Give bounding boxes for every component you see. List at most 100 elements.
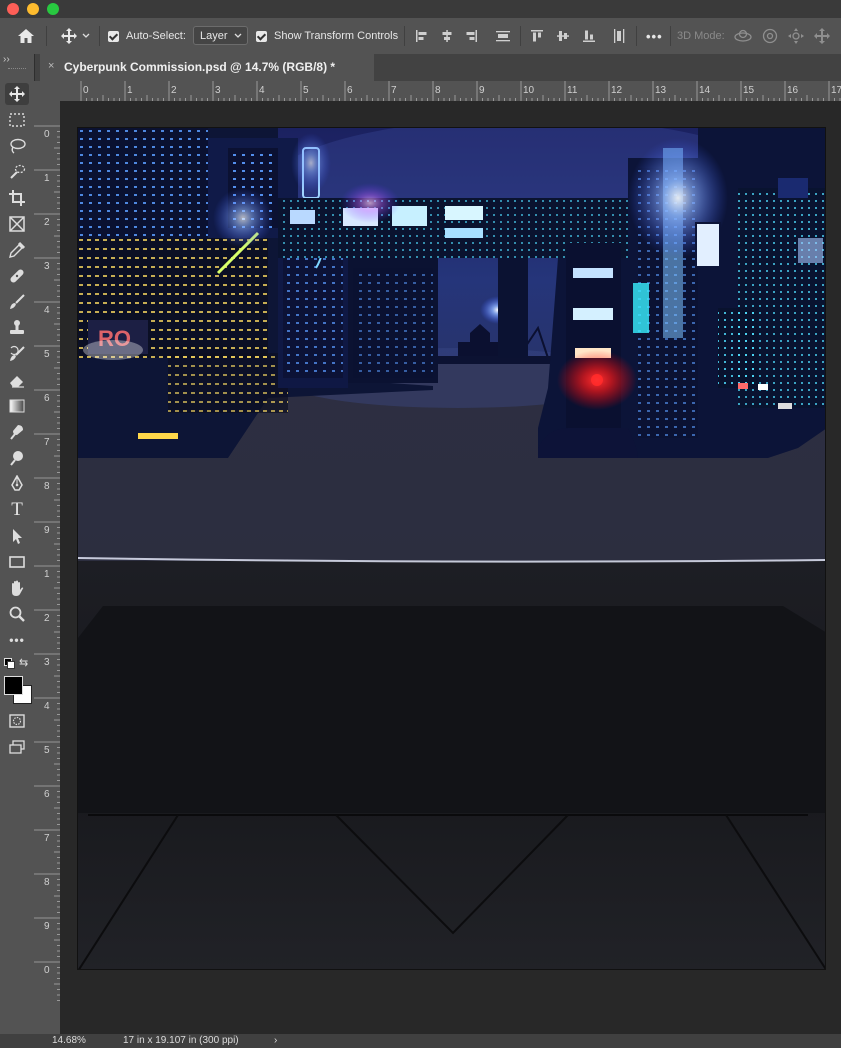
document-tab[interactable]: × Cyberpunk Commission.psd @ 14.7% (RGB/…	[40, 54, 374, 82]
mode-3d-label: 3D Mode:	[677, 30, 725, 42]
align-horizontal-centers-button[interactable]	[437, 18, 457, 54]
history-brush-tool[interactable]	[5, 343, 29, 365]
document-info[interactable]: 17 in x 19.107 in (300 ppi)	[123, 1035, 239, 1046]
minimize-window-button[interactable]	[27, 3, 39, 15]
lasso-tool[interactable]	[5, 135, 29, 157]
type-tool[interactable]: T	[5, 499, 29, 521]
ruler-label: 16	[787, 85, 799, 96]
slide-3d-icon	[814, 28, 830, 44]
edit-toolbar-button[interactable]: •••	[5, 629, 29, 651]
hand-tool[interactable]	[5, 577, 29, 599]
align-right-edges-button[interactable]	[461, 18, 481, 54]
auto-select-checkbox[interactable]: Auto-Select:	[108, 18, 186, 54]
frame-tool[interactable]	[5, 213, 29, 235]
ruler-origin[interactable]	[34, 81, 60, 101]
zoom-icon	[9, 606, 25, 622]
smudge-icon	[10, 425, 23, 440]
align-bottom-edges-button[interactable]	[579, 18, 599, 54]
auto-select-dropdown[interactable]: Layer	[193, 26, 248, 45]
cyberpunk-artwork: RO	[78, 128, 825, 969]
ruler-label: 2	[44, 217, 50, 228]
distribute-vertical-button[interactable]	[492, 18, 514, 54]
ruler-label: 7	[391, 85, 397, 96]
ruler-label: 4	[44, 701, 50, 712]
gradient-tool[interactable]	[5, 395, 29, 417]
align-center-h-icon	[442, 30, 452, 42]
align-center-v-icon	[557, 31, 569, 41]
move-tool[interactable]	[5, 83, 29, 105]
align-left-edges-button[interactable]	[412, 18, 432, 54]
ruler-label: 8	[44, 481, 50, 492]
brush-tool[interactable]	[5, 291, 29, 313]
ruler-label: 3	[215, 85, 221, 96]
quick-mask-button[interactable]	[5, 710, 29, 732]
bandage-icon	[10, 269, 24, 283]
zoom-tool[interactable]	[5, 603, 29, 625]
history-brush-icon	[10, 345, 25, 361]
panel-grip[interactable]	[8, 68, 26, 71]
auto-select-value: Layer	[200, 29, 228, 42]
clone-stamp-tool[interactable]	[5, 317, 29, 339]
3d-slide-button[interactable]	[811, 18, 833, 54]
options-separator	[636, 26, 637, 46]
rectangle-tool[interactable]	[5, 551, 29, 573]
rectangular-marquee-tool[interactable]	[5, 109, 29, 131]
close-tab-button[interactable]: ×	[48, 60, 54, 72]
close-window-button[interactable]	[7, 3, 19, 15]
chevron-down-icon	[82, 33, 90, 38]
status-menu-arrow-icon[interactable]: ›	[274, 1035, 277, 1046]
show-transform-label: Show Transform Controls	[274, 30, 399, 42]
document-canvas[interactable]: RO	[77, 127, 826, 970]
crop-tool[interactable]	[5, 187, 29, 209]
move-icon	[9, 86, 25, 102]
path-selection-tool[interactable]	[5, 525, 29, 547]
move-tool-preset-button[interactable]	[56, 18, 94, 54]
home-button[interactable]	[14, 18, 38, 54]
zoom-window-button[interactable]	[47, 3, 59, 15]
object-selection-tool[interactable]	[5, 161, 29, 183]
arrow-icon	[13, 529, 22, 544]
ruler-label: 11	[567, 85, 578, 96]
stamp-icon	[10, 320, 24, 334]
quick-mask-icon	[9, 714, 25, 728]
ruler-label: 1	[44, 173, 50, 184]
horizontal-ruler[interactable]: 0 1 2 3 4 5 6 7 8 9 10 11 12 13 14 15 16 17	[60, 81, 841, 101]
panel-collapse-handle[interactable]: ››	[3, 54, 10, 65]
ruler-label: 8	[44, 877, 50, 888]
dodge-icon	[10, 451, 23, 466]
roll-icon	[762, 28, 778, 44]
options-separator	[99, 26, 100, 46]
spot-healing-tool[interactable]	[5, 265, 29, 287]
align-left-icon	[416, 30, 427, 42]
eraser-tool[interactable]	[5, 369, 29, 391]
distribute-horizontal-button[interactable]	[609, 18, 629, 54]
ruler-label: 10	[523, 85, 535, 96]
ruler-label: 7	[44, 833, 50, 844]
orbit-icon	[734, 29, 752, 42]
ruler-label: 3	[44, 657, 50, 668]
foreground-color-swatch[interactable]	[4, 676, 23, 695]
align-right-icon	[466, 30, 477, 42]
align-vertical-centers-button[interactable]	[553, 18, 573, 54]
distribute-icon	[496, 31, 510, 42]
ruler-label: 12	[611, 85, 623, 96]
3d-pan-button[interactable]	[785, 18, 807, 54]
smudge-tool[interactable]	[5, 421, 29, 443]
screen-mode-button[interactable]	[5, 736, 29, 758]
align-top-edges-button[interactable]	[527, 18, 547, 54]
default-colors-button[interactable]	[4, 658, 15, 669]
frame-icon	[9, 216, 25, 232]
show-transform-controls-checkbox[interactable]: Show Transform Controls	[256, 18, 398, 54]
swap-colors-button[interactable]: ⇆	[19, 656, 28, 669]
vertical-ruler[interactable]: 0 1 2 3 4 5 6 7 8 9 1 2 3 4 5 6 7 8 9 0	[34, 101, 60, 1034]
eyedropper-tool[interactable]	[5, 239, 29, 261]
3d-roll-button[interactable]	[759, 18, 781, 54]
default-colors-icon-back	[7, 661, 15, 669]
pen-tool[interactable]	[5, 473, 29, 495]
3d-orbit-button[interactable]	[732, 18, 754, 54]
zoom-level[interactable]: 14.68%	[52, 1035, 86, 1046]
ruler-label: 0	[44, 129, 50, 140]
ruler-label: 8	[435, 85, 441, 96]
more-options-button[interactable]: •••	[646, 18, 663, 54]
dodge-tool[interactable]	[5, 447, 29, 469]
